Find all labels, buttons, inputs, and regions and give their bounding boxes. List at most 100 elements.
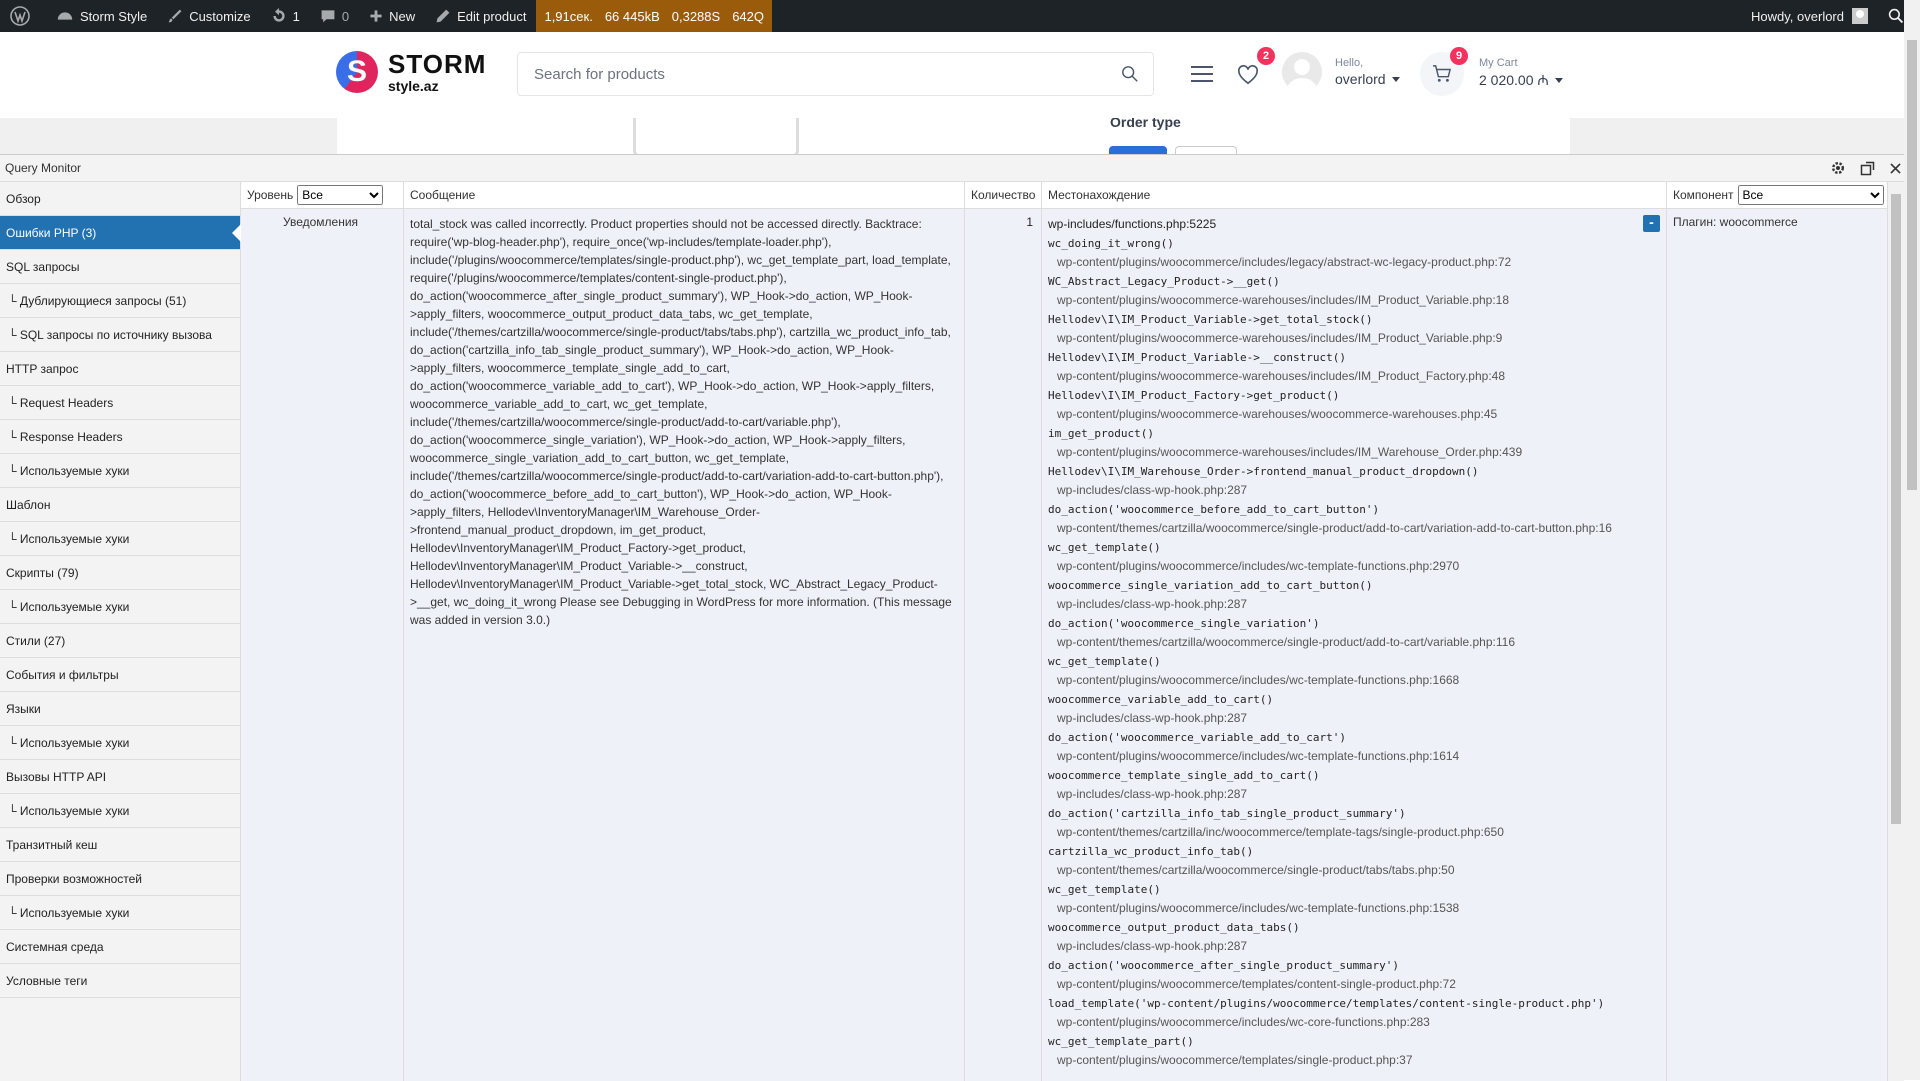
page-scrollbar[interactable] [1904, 0, 1920, 1080]
trace-file-path: wp-content/plugins/woocommerce/includes/… [1057, 255, 1512, 269]
qm-nav-item[interactable]: Проверки возможностей [0, 862, 240, 896]
menu-hamburger-icon[interactable] [1191, 65, 1213, 83]
trace-file-path: wp-includes/class-wp-hook.php:287 [1057, 787, 1248, 801]
site-name-label: Storm Style [80, 8, 148, 24]
qm-scrollbar[interactable] [1887, 182, 1904, 1081]
row-component: Плагин: woocommerce [1667, 209, 1887, 1081]
search-icon [1888, 8, 1904, 24]
qm-nav-item[interactable]: Транзитный кеш [0, 828, 240, 862]
comment-icon [321, 10, 335, 23]
comments-count: 0 [341, 8, 350, 24]
qm-nav-item[interactable]: Обзор [0, 182, 240, 216]
cart-summary[interactable]: My Cart 2 020.00 ₼ [1479, 57, 1563, 90]
trace-file-path: wp-content/plugins/woocommerce-warehouse… [1057, 293, 1510, 307]
qm-nav-item[interactable]: События и фильтры [0, 658, 240, 692]
search-icon[interactable] [1121, 65, 1139, 83]
qm-nav-item[interactable]: └ Используемые хуки [0, 726, 240, 760]
header-component-label: Компонент [1673, 188, 1734, 202]
trace-function: do_action('woocommerce_after_single_prod… [1048, 959, 1399, 972]
order-type-label: Order type [1110, 118, 1181, 130]
new-content-link[interactable]: New [359, 0, 425, 32]
trace-function: woocommerce_single_variation_add_to_cart… [1048, 579, 1373, 592]
qm-nav-item[interactable]: Языки [0, 692, 240, 726]
trace-file-path: wp-content/plugins/woocommerce/templates… [1057, 977, 1456, 991]
collapse-trace-button[interactable]: - [1643, 215, 1660, 232]
qm-nav-item[interactable]: Ошибки PHP (3) [0, 216, 241, 250]
pop-out-icon[interactable] [1860, 161, 1875, 176]
trace-function: wc_get_template() [1048, 883, 1161, 896]
wp-logo-menu[interactable] [0, 0, 46, 32]
qm-nav-item[interactable]: └ Используемые хуки [0, 454, 240, 488]
trace-file-path: wp-content/plugins/woocommerce-warehouse… [1057, 331, 1503, 345]
comments-link[interactable]: 0 [310, 0, 359, 32]
query-monitor-panel: Query Monitor Обзор Ошибки PHP (3) SQL зап… [0, 154, 1920, 1081]
level-filter-select[interactable]: Все [297, 185, 384, 205]
qm-nav-item[interactable]: Вызовы HTTP API [0, 760, 240, 794]
qm-nav-item[interactable]: └ Используемые хуки [0, 896, 240, 930]
trace-file-path: wp-content/plugins/woocommerce/templates… [1057, 1053, 1413, 1067]
qm-nav-item[interactable]: └ Дублирующиеся запросы (51) [0, 284, 240, 318]
query-monitor-stats[interactable]: 1,91сек. 66 445kB 0,3288S 642Q [536, 0, 772, 32]
updates-link[interactable]: 1 [261, 0, 310, 32]
page-scrollbar-thumb[interactable] [1907, 40, 1917, 490]
hello-label: Hello, [1335, 57, 1364, 69]
row-message: total_stock was called incorrectly. Prod… [404, 209, 964, 1081]
qm-nav-item[interactable]: └ Request Headers [0, 386, 240, 420]
user-avatar[interactable] [1282, 52, 1322, 92]
header-location: Местонахождение [1042, 182, 1666, 209]
trace-file-path: wp-content/plugins/woocommerce/includes/… [1057, 749, 1460, 763]
qm-nav-item[interactable]: Скрипты (79) [0, 556, 240, 590]
product-page-strip: Order type [0, 118, 1920, 154]
dashboard-icon [57, 12, 73, 20]
trace-function: woocommerce_template_single_add_to_cart(… [1048, 769, 1320, 782]
trace-function: do_action('woocommerce_before_add_to_car… [1048, 503, 1380, 516]
trace-file-path: wp-includes/class-wp-hook.php:287 [1057, 597, 1248, 611]
site-logo[interactable]: STORM style.az [336, 51, 486, 93]
qm-nav-item[interactable]: └ Используемые хуки [0, 522, 240, 556]
qm-nav-item[interactable]: └ Используемые хуки [0, 590, 240, 624]
qm-query-count: 642Q [732, 8, 764, 24]
search-input[interactable] [518, 53, 1110, 95]
wordpress-icon [10, 6, 30, 26]
order-type-option-1[interactable] [1109, 146, 1167, 154]
cart-total: 2 020.00 ₼ [1479, 72, 1549, 88]
wishlist-heart-icon[interactable] [1237, 65, 1259, 85]
account-username: overlord [1335, 71, 1386, 87]
account-menu[interactable]: Hello, overlord [1335, 57, 1400, 87]
customize-label: Customize [189, 8, 251, 24]
qm-nav-item[interactable]: Условные теги [0, 964, 240, 998]
edit-product-link[interactable]: Edit product [425, 0, 536, 32]
my-account-link[interactable]: Howdy, overlord [1741, 0, 1878, 32]
trace-file-path: wp-content/themes/cartzilla/inc/woocomme… [1057, 825, 1504, 839]
qm-nav-item[interactable]: └ Response Headers [0, 420, 240, 454]
qm-nav-item[interactable]: SQL запросы [0, 250, 240, 284]
qm-nav-item[interactable]: └ Используемые хуки [0, 794, 240, 828]
qm-php-errors-table: Уровень Все Уведомления Сообщение total_… [241, 182, 1887, 1081]
qm-nav-item[interactable]: Системная среда [0, 930, 240, 964]
gear-icon[interactable] [1830, 160, 1846, 176]
trace-function: wc_get_template() [1048, 655, 1161, 668]
site-name-link[interactable]: Storm Style [46, 0, 157, 32]
cart-label: My Cart [1479, 57, 1518, 69]
trace-file-path: wp-content/plugins/woocommerce-warehouse… [1057, 407, 1498, 421]
order-type-option-2[interactable] [1175, 146, 1237, 154]
col-level: Уровень Все Уведомления [241, 182, 404, 1081]
qm-scrollbar-thumb[interactable] [1891, 194, 1901, 824]
trace-function: Hellodev\I\IM_Product_Variable->get_tota… [1048, 313, 1373, 326]
col-count: Количество 1 [965, 182, 1042, 1081]
qm-nav-item[interactable]: HTTP запрос [0, 352, 240, 386]
header-level: Уровень Все [241, 182, 403, 209]
trace-function: wc_get_template_part() [1048, 1035, 1194, 1048]
component-filter-select[interactable]: Все [1737, 185, 1884, 205]
qm-nav-item[interactable]: Стили (27) [0, 624, 240, 658]
trace-file-path: wp-content/plugins/woocommerce/includes/… [1057, 1015, 1430, 1029]
header-message: Сообщение [404, 182, 964, 209]
qm-nav-item[interactable]: └ SQL запросы по источнику вызова [0, 318, 240, 352]
qm-nav-item[interactable]: Шаблон [0, 488, 240, 522]
trace-file-path: wp-content/themes/cartzilla/woocommerce/… [1057, 863, 1455, 877]
trace-file-path: wp-content/themes/cartzilla/woocommerce/… [1057, 521, 1612, 535]
trace-function: Hellodev\I\IM_Product_Variable->__constr… [1048, 351, 1347, 364]
customize-link[interactable]: Customize [157, 0, 260, 32]
storm-logo-icon [336, 51, 378, 93]
close-icon[interactable] [1889, 162, 1902, 175]
